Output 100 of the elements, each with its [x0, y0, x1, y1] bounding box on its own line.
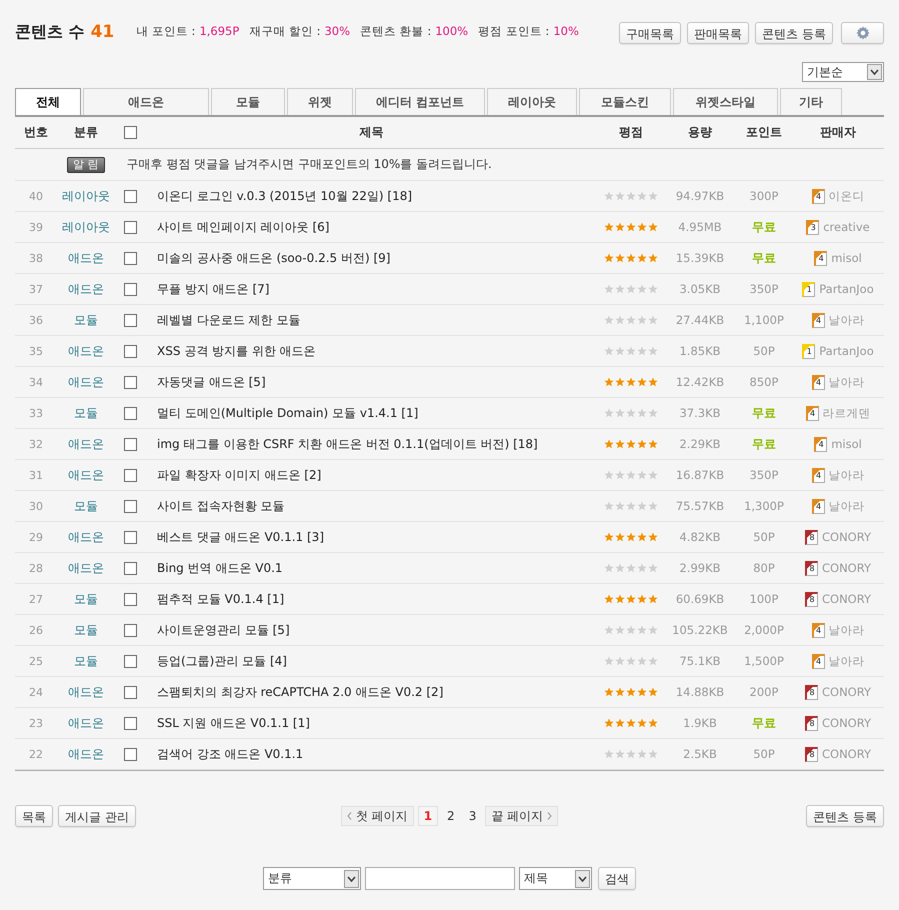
header-button[interactable]: 콘텐츠 등록: [755, 22, 833, 44]
star-icon: [615, 563, 625, 573]
page-link[interactable]: 2: [442, 806, 460, 826]
row-checkbox[interactable]: [124, 716, 136, 730]
row-checkbox[interactable]: [124, 220, 136, 234]
point-price: 300P: [750, 189, 778, 203]
row-checkbox[interactable]: [124, 562, 136, 574]
category-link[interactable]: 레이아웃: [62, 218, 110, 236]
footer-button[interactable]: 게시글 관리: [58, 805, 136, 827]
content-title-link[interactable]: 무플 방지 애드온 [7]: [157, 280, 270, 298]
star-icon: [615, 718, 625, 728]
row-number: 35: [28, 344, 44, 358]
category-link[interactable]: 애드온: [68, 250, 104, 266]
chevron-right-icon: [547, 812, 552, 820]
select-all-checkbox[interactable]: [124, 126, 136, 139]
content-title-link[interactable]: 등업(그룹)관리 모듈 [4]: [157, 652, 287, 670]
last-page-link[interactable]: 끝 페이지: [485, 806, 558, 826]
content-title-link[interactable]: 스팸퇴치의 최강자 reCAPTCHA 2.0 애드온 V0.2 [2]: [157, 684, 444, 700]
category-link[interactable]: 애드온: [68, 560, 104, 576]
category-link[interactable]: 모듈: [74, 498, 98, 514]
file-size: 2.99KB: [678, 561, 722, 575]
category-tab[interactable]: 애드온: [83, 88, 209, 115]
row-checkbox[interactable]: [124, 376, 136, 388]
row-checkbox[interactable]: [124, 282, 136, 296]
star-icon: [626, 191, 636, 201]
search-button[interactable]: 검색: [598, 867, 636, 890]
content-title-link[interactable]: 미솔의 공사중 애드온 (soo-0.2.5 버전) [9]: [157, 250, 390, 266]
star-icon: [604, 253, 614, 263]
category-link[interactable]: 애드온: [68, 466, 104, 484]
content-title-link[interactable]: SSL 지원 애드온 V0.1.1 [1]: [157, 714, 310, 732]
content-title-link[interactable]: img 태그를 이용한 CSRF 치환 애드온 버전 0.1.1(업데이트 버전) [18]: [157, 436, 538, 452]
category-link[interactable]: 모듈: [74, 652, 98, 670]
star-icon: [615, 594, 625, 604]
content-title-link[interactable]: 펌추적 모듈 V0.1.4 [1]: [157, 590, 284, 608]
header-button[interactable]: 구매목록: [619, 22, 682, 44]
category-link[interactable]: 애드온: [68, 714, 104, 732]
category-link[interactable]: 애드온: [68, 280, 104, 298]
page-link[interactable]: 3: [464, 806, 482, 826]
category-link[interactable]: 애드온: [68, 342, 104, 360]
sort-select[interactable]: 기본순: [802, 62, 884, 82]
category-tab[interactable]: 위젯스타일: [673, 88, 778, 115]
content-title-link[interactable]: 베스트 댓글 애드온 V0.1.1 [3]: [157, 528, 324, 546]
row-checkbox[interactable]: [124, 654, 136, 668]
row-checkbox[interactable]: [124, 314, 136, 326]
content-title-link[interactable]: 사이트 접속자현황 모듈: [157, 498, 285, 514]
category-tab[interactable]: 모듈: [211, 88, 285, 115]
category-link[interactable]: 레이아웃: [62, 188, 110, 204]
category-select[interactable]: 분류: [263, 867, 361, 890]
category-link[interactable]: 애드온: [68, 684, 104, 700]
content-title-link[interactable]: 파일 확장자 이미지 애드온 [2]: [157, 466, 322, 484]
content-title-link[interactable]: 사이트 메인페이지 레이아웃 [6]: [157, 218, 330, 236]
footer-button[interactable]: 목록: [15, 805, 53, 827]
row-checkbox[interactable]: [124, 468, 136, 482]
row-checkbox[interactable]: [124, 592, 136, 606]
category-tab[interactable]: 위젯: [287, 88, 353, 115]
category-link[interactable]: 모듈: [74, 312, 98, 328]
category-link[interactable]: 애드온: [68, 374, 104, 390]
row-checkbox[interactable]: [124, 190, 136, 202]
search-field[interactable]: [365, 867, 515, 890]
row-checkbox[interactable]: [124, 438, 136, 450]
header-button[interactable]: 판매목록: [687, 22, 750, 44]
content-title-link[interactable]: 자동댓글 애드온 [5]: [157, 374, 266, 390]
content-title-link[interactable]: 멀티 도메인(Multiple Domain) 모듈 v1.4.1 [1]: [157, 404, 418, 422]
row-checkbox[interactable]: [124, 406, 136, 420]
star-icon: [626, 253, 636, 263]
row-checkbox[interactable]: [124, 686, 136, 698]
row-checkbox[interactable]: [124, 748, 136, 760]
star-icon: [637, 532, 647, 542]
category-link[interactable]: 모듈: [74, 590, 98, 608]
star-icon: [637, 315, 647, 325]
row-checkbox[interactable]: [124, 252, 136, 264]
first-page-link[interactable]: 첫 페이지: [340, 806, 414, 826]
category-link[interactable]: 애드온: [68, 436, 104, 452]
category-tab[interactable]: 모듈스킨: [579, 88, 671, 115]
row-checkbox[interactable]: [124, 530, 136, 544]
content-title-link[interactable]: 사이트운영관리 모듈 [5]: [157, 622, 290, 638]
row-checkbox[interactable]: [124, 500, 136, 512]
notice-badge: 알 림: [67, 156, 104, 172]
content-title-link[interactable]: 이온디 로그인 v.0.3 (2015년 10월 22일) [18]: [157, 188, 412, 204]
category-tab[interactable]: 전체: [15, 88, 81, 115]
row-checkbox[interactable]: [124, 624, 136, 636]
star-icon: [626, 315, 636, 325]
settings-button[interactable]: [841, 22, 884, 44]
category-link[interactable]: 모듈: [74, 404, 98, 422]
category-link[interactable]: 애드온: [68, 528, 104, 546]
category-tab[interactable]: 기타: [780, 88, 842, 115]
search-target-select[interactable]: 제목: [519, 867, 592, 890]
category-link[interactable]: 모듈: [74, 622, 98, 638]
content-title-link[interactable]: XSS 공격 방지를 위한 애드온: [157, 342, 316, 360]
point-price: 무료: [752, 250, 776, 266]
content-title-link[interactable]: Bing 번역 애드온 V0.1: [157, 560, 283, 576]
register-button[interactable]: 콘텐츠 등록: [806, 805, 884, 827]
category-link[interactable]: 애드온: [68, 746, 104, 762]
page-link[interactable]: 1: [418, 806, 438, 826]
content-title-link[interactable]: 검색어 강조 애드온 V0.1.1: [157, 746, 304, 762]
category-tab[interactable]: 레이아웃: [487, 88, 577, 115]
star-icon: [637, 749, 647, 759]
content-title-link[interactable]: 레벨별 다운로드 제한 모듈: [157, 312, 300, 328]
category-tab[interactable]: 에디터 컴포넌트: [355, 88, 485, 115]
row-checkbox[interactable]: [124, 344, 136, 358]
